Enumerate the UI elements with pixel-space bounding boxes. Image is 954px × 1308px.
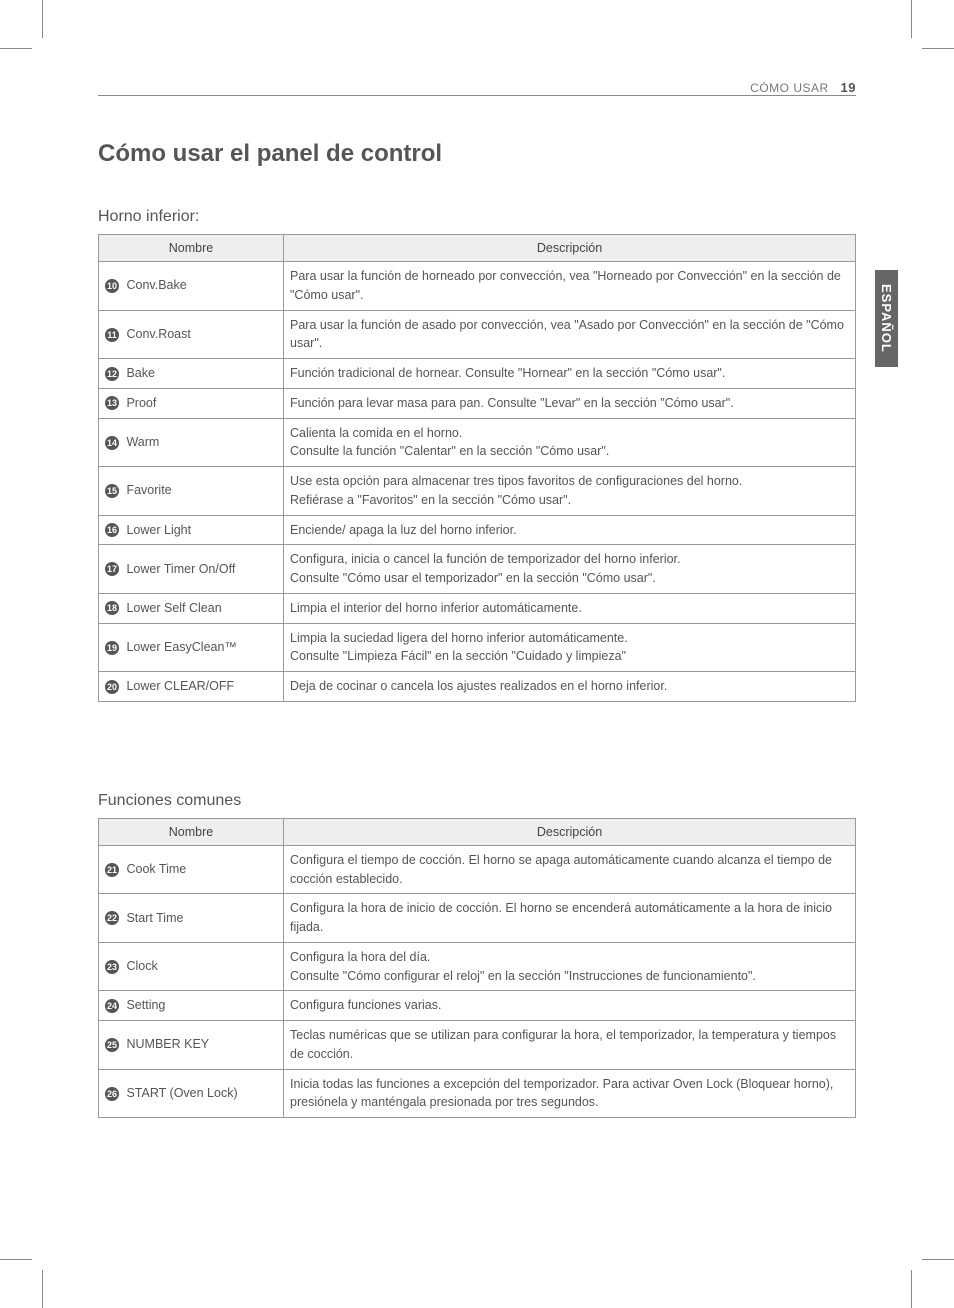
row-name-text: Conv.Roast — [123, 327, 191, 341]
row-name-cell: 19 Lower EasyClean™ — [99, 623, 284, 672]
table2-col-name: Nombre — [99, 818, 284, 845]
number-badge: 25 — [105, 1038, 119, 1052]
table-row: 24 SettingConfigura funciones varias. — [99, 991, 856, 1021]
number-badge: 12 — [105, 367, 119, 381]
row-name-text: Setting — [123, 998, 165, 1012]
table1-heading: Horno inferior: — [98, 208, 856, 226]
row-name-text: Lower Timer On/Off — [123, 562, 235, 576]
table1-col-desc: Descripción — [284, 235, 856, 262]
number-badge: 21 — [105, 863, 119, 877]
table-row: 25 NUMBER KEYTeclas numéricas que se uti… — [99, 1021, 856, 1070]
row-desc-cell: Teclas numéricas que se utilizan para co… — [284, 1021, 856, 1070]
row-name-cell: 17 Lower Timer On/Off — [99, 545, 284, 594]
row-desc-cell: Configura, inicia o cancel la función de… — [284, 545, 856, 594]
table-row: 13 ProofFunción para levar masa para pan… — [99, 388, 856, 418]
row-desc-cell: Enciende/ apaga la luz del horno inferio… — [284, 515, 856, 545]
row-name-cell: 13 Proof — [99, 388, 284, 418]
number-badge: 13 — [105, 396, 119, 410]
row-desc-cell: Para usar la función de asado por convec… — [284, 310, 856, 359]
number-badge: 19 — [105, 641, 119, 655]
row-name-text: Lower EasyClean™ — [123, 640, 237, 654]
table-row: 20 Lower CLEAR/OFFDeja de cocinar o canc… — [99, 672, 856, 702]
row-name-text: NUMBER KEY — [123, 1037, 209, 1051]
row-name-cell: 14 Warm — [99, 418, 284, 467]
number-badge: 17 — [105, 562, 119, 576]
table-row: 17 Lower Timer On/OffConfigura, inicia o… — [99, 545, 856, 594]
row-desc-cell: Configura el tiempo de cocción. El horno… — [284, 845, 856, 894]
row-name-cell: 18 Lower Self Clean — [99, 593, 284, 623]
number-badge: 24 — [105, 999, 119, 1013]
table-row: 11 Conv.RoastPara usar la función de asa… — [99, 310, 856, 359]
row-name-text: Lower Self Clean — [123, 601, 222, 615]
row-desc-cell: Limpia la suciedad ligera del horno infe… — [284, 623, 856, 672]
row-name-cell: 20 Lower CLEAR/OFF — [99, 672, 284, 702]
number-badge: 20 — [105, 680, 119, 694]
table-row: 22 Start TimeConfigura la hora de inicio… — [99, 894, 856, 943]
row-name-text: Favorite — [123, 483, 172, 497]
table-funciones-comunes: Nombre Descripción 21 Cook TimeConfigura… — [98, 818, 856, 1118]
page-header: CÓMO USAR 19 — [98, 80, 856, 95]
table-row: 23 ClockConfigura la hora del día.Consul… — [99, 942, 856, 991]
row-name-text: Start Time — [123, 911, 183, 925]
row-desc-cell: Configura la hora de inicio de cocción. … — [284, 894, 856, 943]
row-name-cell: 15 Favorite — [99, 467, 284, 516]
row-desc-cell: Función tradicional de hornear. Consulte… — [284, 359, 856, 389]
page-number: 19 — [841, 80, 856, 95]
row-name-cell: 26 START (Oven Lock) — [99, 1069, 284, 1118]
table-row: 16 Lower LightEnciende/ apaga la luz del… — [99, 515, 856, 545]
row-name-cell: 25 NUMBER KEY — [99, 1021, 284, 1070]
number-badge: 23 — [105, 960, 119, 974]
row-desc-cell: Configura funciones varias. — [284, 991, 856, 1021]
table2-col-desc: Descripción — [284, 818, 856, 845]
table-horno-inferior: Nombre Descripción 10 Conv.BakePara usar… — [98, 234, 856, 702]
table2-heading: Funciones comunes — [98, 792, 856, 810]
row-name-cell: 23 Clock — [99, 942, 284, 991]
row-desc-cell: Deja de cocinar o cancela los ajustes re… — [284, 672, 856, 702]
row-desc-cell: Para usar la función de horneado por con… — [284, 262, 856, 311]
table1-col-name: Nombre — [99, 235, 284, 262]
table-row: 19 Lower EasyClean™Limpia la suciedad li… — [99, 623, 856, 672]
number-badge: 16 — [105, 523, 119, 537]
table-row: 10 Conv.BakePara usar la función de horn… — [99, 262, 856, 311]
row-name-cell: 10 Conv.Bake — [99, 262, 284, 311]
row-name-text: Clock — [123, 959, 158, 973]
row-name-text: Bake — [123, 366, 155, 380]
number-badge: 18 — [105, 601, 119, 615]
table-row: 18 Lower Self CleanLimpia el interior de… — [99, 593, 856, 623]
row-desc-cell: Limpia el interior del horno inferior au… — [284, 593, 856, 623]
row-name-cell: 22 Start Time — [99, 894, 284, 943]
row-name-text: Lower Light — [123, 523, 191, 537]
table-row: 12 BakeFunción tradicional de hornear. C… — [99, 359, 856, 389]
table-row: 21 Cook TimeConfigura el tiempo de cocci… — [99, 845, 856, 894]
page-title: Cómo usar el panel de control — [98, 140, 856, 168]
row-desc-cell: Función para levar masa para pan. Consul… — [284, 388, 856, 418]
row-name-text: Conv.Bake — [123, 278, 187, 292]
number-badge: 10 — [105, 279, 119, 293]
row-desc-cell: Configura la hora del día.Consulte "Cómo… — [284, 942, 856, 991]
number-badge: 26 — [105, 1087, 119, 1101]
row-name-cell: 21 Cook Time — [99, 845, 284, 894]
row-name-text: Warm — [123, 435, 159, 449]
row-name-text: START (Oven Lock) — [123, 1086, 238, 1100]
table-row: 15 FavoriteUse esta opción para almacena… — [99, 467, 856, 516]
number-badge: 15 — [105, 484, 119, 498]
row-desc-cell: Inicia todas las funciones a excepción d… — [284, 1069, 856, 1118]
row-name-text: Proof — [123, 396, 156, 410]
table-row: 14 WarmCalienta la comida en el horno.Co… — [99, 418, 856, 467]
row-name-text: Cook Time — [123, 862, 186, 876]
row-desc-cell: Calienta la comida en el horno.Consulte … — [284, 418, 856, 467]
row-name-cell: 11 Conv.Roast — [99, 310, 284, 359]
row-name-cell: 16 Lower Light — [99, 515, 284, 545]
language-tab: ESPAÑOL — [875, 270, 898, 367]
row-name-cell: 24 Setting — [99, 991, 284, 1021]
row-desc-cell: Use esta opción para almacenar tres tipo… — [284, 467, 856, 516]
number-badge: 14 — [105, 436, 119, 450]
header-section: CÓMO USAR — [750, 81, 829, 95]
row-name-cell: 12 Bake — [99, 359, 284, 389]
table-row: 26 START (Oven Lock)Inicia todas las fun… — [99, 1069, 856, 1118]
row-name-text: Lower CLEAR/OFF — [123, 679, 234, 693]
number-badge: 11 — [105, 328, 119, 342]
number-badge: 22 — [105, 911, 119, 925]
